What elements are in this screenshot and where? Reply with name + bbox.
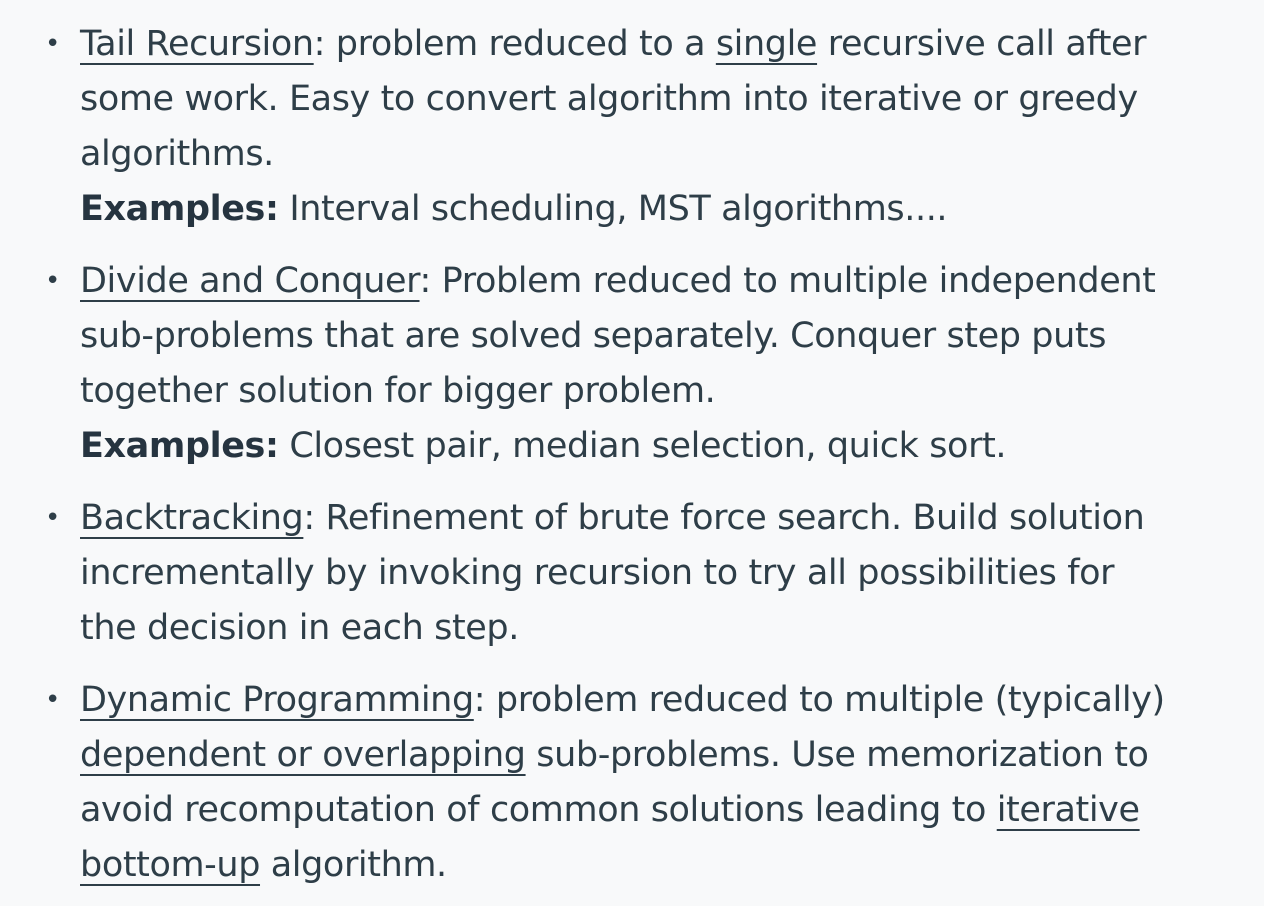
item-line: Divide and Conquer: Problem reduced to m… [80, 261, 1156, 301]
term-divide-and-conquer: Divide and Conquer [80, 261, 420, 301]
term-dynamic-programming: Dynamic Programming [80, 680, 474, 720]
underlined-text: bottom-up [80, 845, 261, 885]
underlined-text: single [715, 24, 818, 64]
item-line: algorithms. [80, 134, 274, 174]
item-line: the decision in each step. [80, 608, 519, 648]
item-line: Tail Recursion: problem reduced to a sin… [80, 24, 1147, 64]
item-line: incrementally by invoking recursion to t… [80, 553, 1115, 593]
item-line: bottom-up algorithm. [80, 845, 447, 885]
bullet-icon: • [45, 503, 60, 533]
underlined-text: dependent or overlapping [80, 735, 526, 775]
examples-text: Interval scheduling, MST algorithms.... [278, 189, 948, 229]
term-tail-recursion: Tail Recursion [80, 24, 314, 64]
list-item-backtracking: • Backtracking: Refinement of brute forc… [45, 491, 1230, 656]
bullet-icon: • [45, 685, 60, 715]
term-backtracking: Backtracking [80, 498, 304, 538]
item-line: Dynamic Programming: problem reduced to … [80, 680, 1165, 720]
examples-line: Examples: Interval scheduling, MST algor… [80, 182, 1230, 237]
item-line: together solution for bigger problem. [80, 371, 716, 411]
underlined-text: iterative [996, 790, 1140, 830]
item-line: dependent or overlapping sub-problems. U… [80, 735, 1149, 775]
item-line: Backtracking: Refinement of brute force … [80, 498, 1145, 538]
examples-line: Examples: Closest pair, median selection… [80, 419, 1230, 474]
examples-text: Closest pair, median selection, quick so… [278, 426, 1007, 466]
list-item-divide-and-conquer: • Divide and Conquer: Problem reduced to… [45, 254, 1230, 474]
bullet-icon: • [45, 266, 60, 296]
examples-label: Examples: [80, 189, 279, 229]
list-item-dynamic-programming: • Dynamic Programming: problem reduced t… [45, 673, 1230, 893]
item-line: sub-problems that are solved separately.… [80, 316, 1107, 356]
item-line: avoid recomputation of common solutions … [80, 790, 1140, 830]
item-line: some work. Easy to convert algorithm int… [80, 79, 1138, 119]
list-item-tail-recursion: • Tail Recursion: problem reduced to a s… [45, 17, 1230, 237]
examples-label: Examples: [80, 426, 279, 466]
bullet-icon: • [45, 29, 60, 59]
